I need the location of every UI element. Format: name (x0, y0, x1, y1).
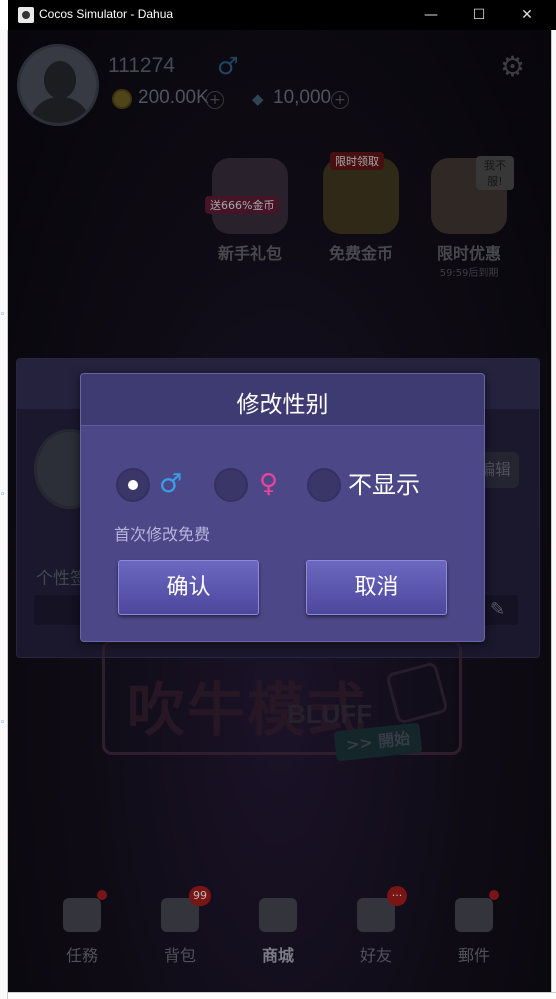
tab-friends[interactable]: ··· 好友 (341, 886, 411, 978)
close-button[interactable]: ✕ (504, 0, 550, 30)
envelope-icon (455, 890, 499, 932)
tab-label: 背包 (163, 946, 196, 965)
notification-dot (97, 890, 107, 900)
background-window-edge-bottom (8, 992, 556, 999)
male-radio[interactable] (116, 468, 150, 502)
cancel-button[interactable]: 取消 (306, 560, 447, 615)
bottom-tab-bar: 任務 99 背包 商城 ··· 好友 郵件 (8, 880, 551, 992)
tab-label: 任務 (65, 946, 98, 965)
friends-icon: ··· (357, 886, 407, 932)
background-window-edge: ◦ ◦ ◦ (0, 30, 8, 999)
tab-label: 好友 (359, 946, 392, 965)
count-badge: 99 (189, 886, 211, 906)
tab-mail[interactable]: 郵件 (439, 890, 509, 978)
tab-shop[interactable]: 商城 (243, 898, 313, 978)
edge-marker: ◦ (0, 718, 6, 728)
tab-backpack[interactable]: 99 背包 (145, 886, 215, 978)
hide-gender-label: 不显示 (348, 471, 420, 499)
free-change-hint: 首次修改免费 (114, 525, 211, 544)
tab-tasks[interactable]: 任務 (47, 890, 117, 978)
window-title: Cocos Simulator - Dahua (39, 7, 174, 21)
game-canvas: 111274 ♂ 200.00K + ◆ 10,000 + ⚙ 送666%金币 … (8, 30, 551, 992)
background-window-edge-right (551, 30, 556, 999)
calendar-check-icon (63, 890, 107, 932)
cocos-app-icon (18, 7, 34, 23)
tab-label: 郵件 (457, 946, 490, 965)
female-symbol-icon: ♀ (259, 469, 279, 499)
shopping-cart-icon (259, 898, 297, 932)
dialog-title: 修改性别 (236, 392, 329, 418)
female-radio[interactable] (214, 468, 248, 502)
notification-dot (489, 890, 499, 900)
minimize-button[interactable]: — (408, 0, 454, 30)
hide-gender-radio[interactable] (307, 468, 341, 502)
message-badge: ··· (387, 886, 407, 906)
tab-label: 商城 (261, 946, 294, 965)
simulator-window: Cocos Simulator - Dahua — ☐ ✕ ◦ ◦ ◦ 1112… (0, 0, 556, 999)
edge-marker: ◦ (0, 310, 6, 320)
backpack-icon: 99 (161, 886, 211, 932)
edge-marker: ◦ (0, 490, 6, 500)
confirm-button[interactable]: 确认 (118, 560, 259, 615)
change-gender-dialog: 修改性别 ♂ ♀ 不显示 首次修改免费 确认 取消 (80, 373, 485, 642)
maximize-button[interactable]: ☐ (456, 0, 502, 30)
male-symbol-icon: ♂ (159, 469, 183, 499)
title-bar: Cocos Simulator - Dahua — ☐ ✕ (8, 0, 556, 30)
